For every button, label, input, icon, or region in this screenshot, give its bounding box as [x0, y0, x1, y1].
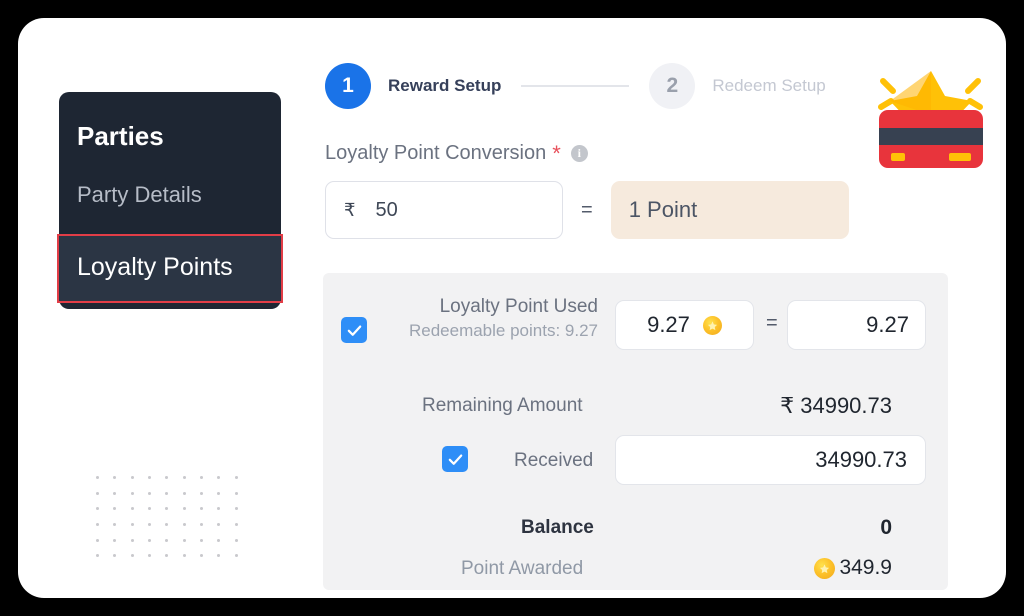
loyalty-points-amount-value: 9.27	[866, 312, 909, 337]
screen-root: Parties Party Details Loyalty Points 1 R…	[0, 0, 1024, 616]
sidebar-item-label: Party Details	[77, 181, 202, 207]
conversion-label-text: Loyalty Point Conversion	[325, 142, 547, 164]
loyalty-point-used-checkbox[interactable]	[341, 317, 367, 343]
stepper-connector-line	[521, 85, 630, 87]
conversion-amount-value: 50	[375, 198, 398, 221]
conversion-point-display: 1 Point	[610, 181, 849, 239]
sidebar-item-label: Loyalty Points	[77, 253, 233, 281]
conversion-amount-input[interactable]: ₹ 50	[325, 181, 563, 239]
received-label: Received	[514, 450, 594, 471]
loyalty-card-icon	[871, 63, 991, 173]
balance-label: Balance	[521, 517, 594, 538]
loyalty-point-used-labels: Loyalty Point Used Redeemable points: 9.…	[388, 296, 598, 341]
received-amount-input[interactable]: 34990.73	[615, 435, 926, 485]
step-1-label[interactable]: Reward Setup	[388, 76, 501, 96]
dot-grid-decoration	[96, 476, 252, 570]
received-amount-value: 34990.73	[815, 447, 907, 472]
conversion-row: ₹ 50 = 1 Point	[325, 181, 849, 239]
conversion-point-text: 1 Point	[628, 197, 698, 222]
step-2-circle[interactable]: 2	[649, 63, 696, 109]
sidebar-item-party-details[interactable]: Party Details	[59, 175, 281, 235]
step-1-circle[interactable]: 1	[325, 63, 371, 109]
redeemable-points-label: Redeemable points: 9.27	[408, 321, 598, 340]
sidebar-item-label: Parties	[77, 121, 164, 151]
step-2-number: 2	[666, 74, 679, 97]
info-icon[interactable]: i	[570, 145, 588, 162]
checkmark-icon	[448, 453, 462, 465]
balance-value: 0	[880, 516, 892, 539]
loyalty-point-conversion-label: Loyalty Point Conversion * i	[325, 142, 588, 165]
loyalty-points-used-value: 9.27	[647, 312, 690, 337]
sidebar-item-loyalty-points[interactable]: Loyalty Points	[57, 234, 283, 304]
loyalty-points-used-input[interactable]: 9.27	[615, 300, 754, 350]
point-awarded-value: 349.9	[839, 556, 892, 579]
wizard-stepper: 1 Reward Setup 2 Redeem Setup	[325, 63, 826, 109]
conversion-equals-sign: =	[581, 198, 593, 221]
sidebar-menu: Parties Party Details Loyalty Points	[57, 92, 283, 310]
app-panel: Parties Party Details Loyalty Points 1 R…	[18, 18, 1006, 598]
checkmark-icon	[347, 324, 361, 336]
point-awarded-label: Point Awarded	[461, 558, 584, 579]
rupee-icon: ₹	[344, 199, 356, 220]
point-awarded-value-group: 349.9	[814, 556, 892, 580]
loyalty-points-amount-input[interactable]: 9.27	[787, 300, 926, 350]
step-2-label[interactable]: Redeem Setup	[712, 76, 825, 96]
remaining-amount-value: ₹ 34990.73	[780, 393, 892, 418]
coin-star-icon	[814, 557, 836, 579]
coin-star-icon	[702, 315, 722, 335]
required-asterisk: *	[552, 140, 561, 166]
step-1-number: 1	[342, 74, 354, 97]
received-checkbox[interactable]	[442, 446, 468, 472]
loyalty-point-used-label: Loyalty Point Used	[439, 296, 598, 317]
remaining-amount-label: Remaining Amount	[422, 395, 583, 416]
sidebar-item-parties[interactable]: Parties	[59, 110, 281, 175]
loyalty-used-equals-sign: =	[766, 312, 778, 334]
